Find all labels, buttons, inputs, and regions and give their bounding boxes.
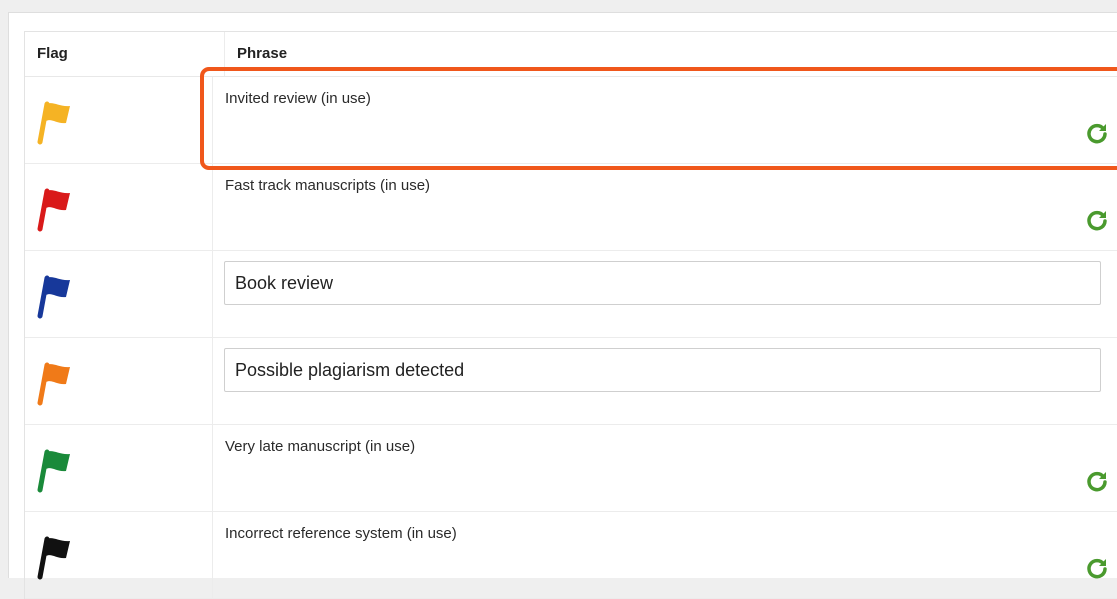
phrase-cell	[213, 338, 1117, 424]
flag-cell	[25, 512, 213, 598]
flag-pole	[37, 362, 50, 406]
refresh-icon[interactable]	[1085, 469, 1109, 493]
phrase-cell: Incorrect reference system (in use)	[213, 512, 1117, 598]
table-row: Invited review (in use)	[25, 77, 1117, 164]
flag-cell	[25, 338, 213, 424]
table-header-row: Flag Phrase	[25, 32, 1117, 77]
flag-cloth	[46, 277, 70, 298]
phrase-cell: Very late manuscript (in use)	[213, 425, 1117, 511]
refresh-icon[interactable]	[1085, 121, 1109, 145]
flag-icon	[37, 188, 70, 232]
flag-icon	[37, 536, 70, 580]
flag-cloth	[46, 451, 70, 472]
flag-cloth	[46, 190, 70, 211]
phrase-input[interactable]	[224, 261, 1101, 305]
flag-pole	[37, 449, 50, 493]
table-row: Fast track manuscripts (in use)	[25, 164, 1117, 251]
flag-cell	[25, 425, 213, 511]
flag-cloth	[46, 103, 70, 124]
phrase-cell	[213, 251, 1117, 337]
flags-panel: Flag Phrase Invited review (in use) Fast…	[8, 12, 1117, 599]
flag-icon	[37, 449, 70, 493]
phrase-label: Fast track manuscripts (in use)	[225, 177, 431, 194]
table-row	[25, 251, 1117, 338]
flag-cloth	[46, 364, 70, 385]
flag-pole	[37, 536, 50, 580]
phrase-cell: Fast track manuscripts (in use)	[213, 164, 1117, 250]
flag-cell	[25, 251, 213, 337]
flag-pole	[37, 101, 50, 145]
table-row: Incorrect reference system (in use)	[25, 512, 1117, 599]
refresh-icon[interactable]	[1085, 208, 1109, 232]
flag-cloth	[46, 538, 70, 559]
phrase-cell: Invited review (in use)	[213, 77, 1117, 163]
phrase-label: Incorrect reference system (in use)	[225, 525, 457, 542]
phrase-label: Very late manuscript (in use)	[225, 438, 416, 455]
flag-cell	[25, 164, 213, 250]
phrase-input[interactable]	[224, 348, 1101, 392]
flag-icon	[37, 275, 70, 319]
refresh-icon[interactable]	[1085, 556, 1109, 580]
flag-icon	[37, 362, 70, 406]
phrase-label: Invited review (in use)	[225, 90, 371, 107]
flag-phrase-table: Flag Phrase Invited review (in use) Fast…	[24, 31, 1117, 599]
table-row: Very late manuscript (in use)	[25, 425, 1117, 512]
flag-pole	[37, 275, 50, 319]
column-header-phrase: Phrase	[237, 45, 288, 62]
column-header-flag: Flag	[25, 32, 225, 76]
flag-cell	[25, 77, 213, 163]
flag-icon	[37, 101, 70, 145]
table-row	[25, 338, 1117, 425]
flag-pole	[37, 188, 50, 232]
